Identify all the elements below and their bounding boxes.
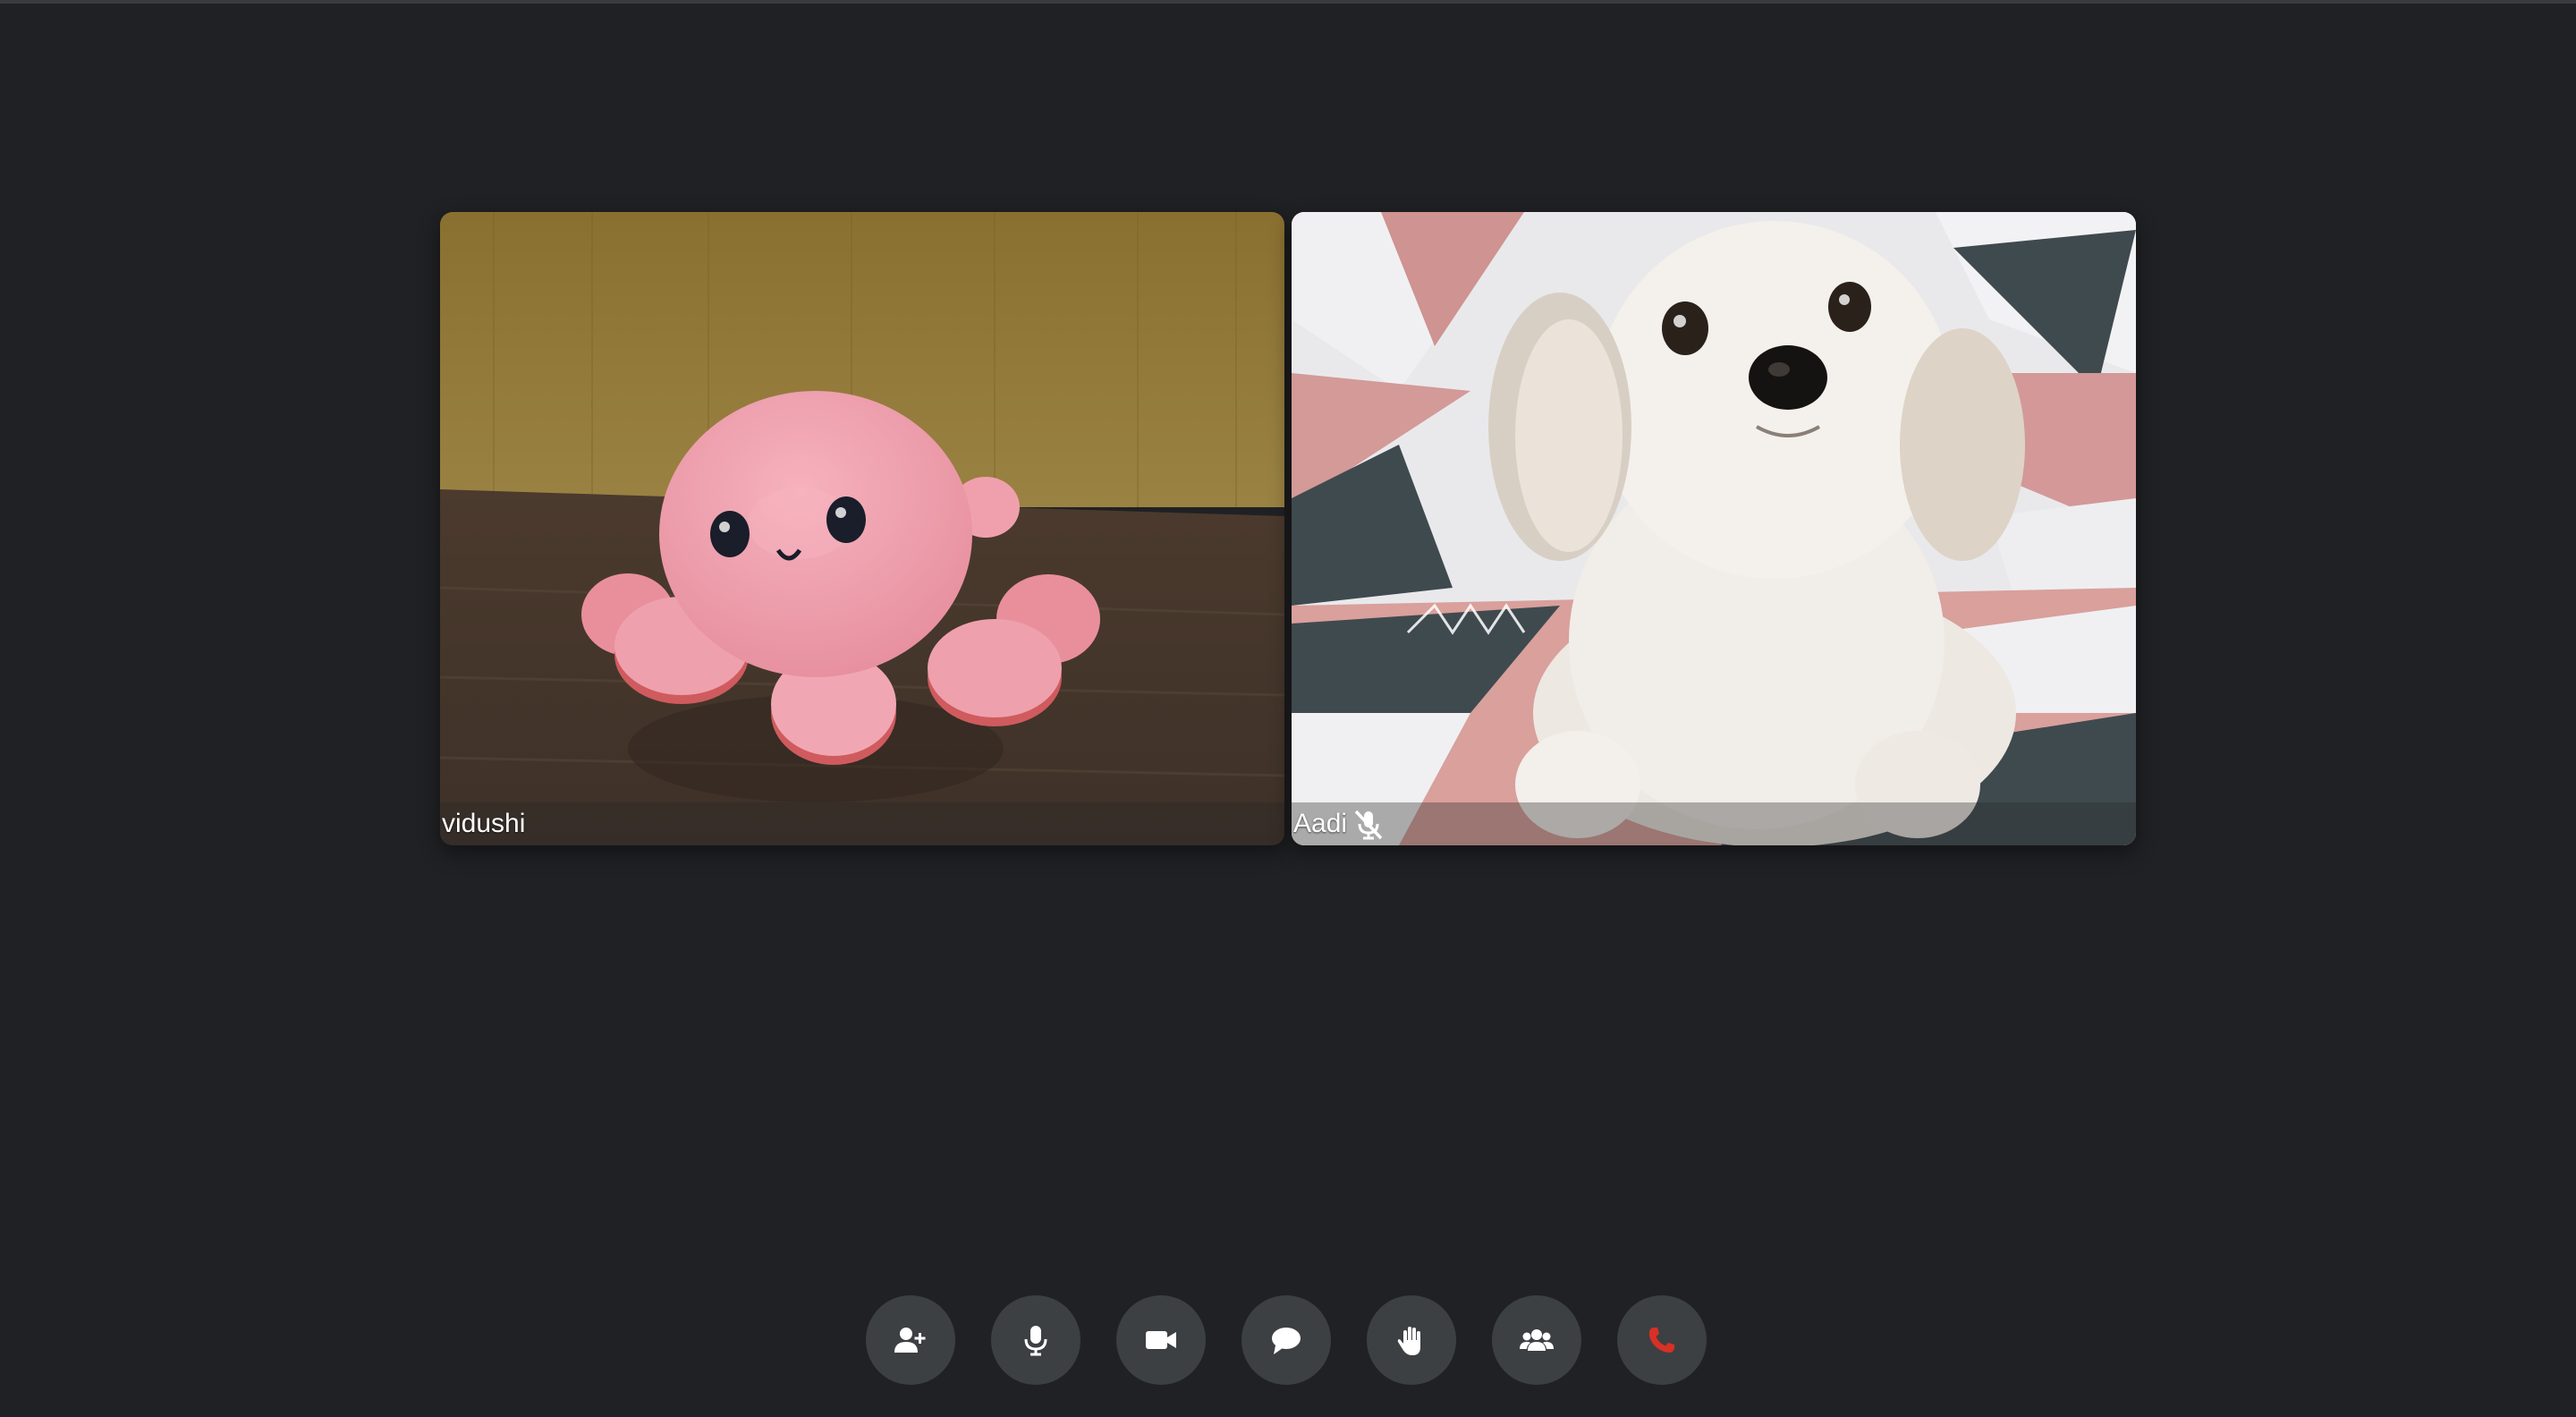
participant-tile-aadi[interactable]: Aadi xyxy=(1292,212,2136,845)
participants-icon xyxy=(1520,1329,1554,1351)
participant-name-bar: vidushi xyxy=(440,802,1284,845)
chat-bubble-icon xyxy=(1272,1328,1301,1354)
microphone-button[interactable] xyxy=(991,1295,1080,1385)
raise-hand-button[interactable] xyxy=(1367,1295,1456,1385)
participants-button[interactable] xyxy=(1492,1295,1581,1385)
add-person-icon xyxy=(894,1328,926,1353)
participant-video xyxy=(1292,212,2136,845)
participant-name-bar: Aadi xyxy=(1292,802,2136,845)
participant-name: Aadi xyxy=(1293,809,1348,838)
call-controls-toolbar xyxy=(866,1295,1707,1385)
participant-tile-vidushi[interactable]: vidushi xyxy=(440,212,1284,845)
video-camera-icon xyxy=(1146,1331,1176,1349)
raise-hand-icon xyxy=(1397,1327,1420,1355)
chat-button[interactable] xyxy=(1241,1295,1331,1385)
microphone-icon xyxy=(1024,1326,1047,1356)
end-call-icon xyxy=(1648,1328,1674,1353)
add-participant-button[interactable] xyxy=(866,1295,955,1385)
participant-video xyxy=(440,212,1284,845)
participant-name: vidushi xyxy=(442,809,526,838)
camera-button[interactable] xyxy=(1116,1295,1206,1385)
end-call-button[interactable] xyxy=(1617,1295,1707,1385)
video-call-window: vidushi Aadi xyxy=(0,0,2576,1417)
mic-off-icon xyxy=(1351,806,1386,842)
video-grid: vidushi Aadi xyxy=(440,212,2136,845)
